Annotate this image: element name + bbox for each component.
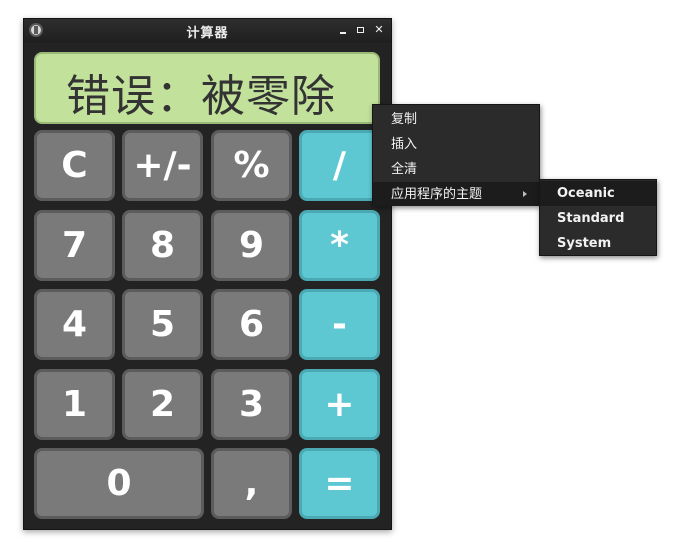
digit-6-button[interactable]: 6 [211, 289, 292, 360]
menu-item-app-theme[interactable]: 应用程序的主题 [373, 182, 539, 206]
theme-option-label: Oceanic [557, 186, 615, 201]
percent-button[interactable]: % [211, 130, 292, 201]
menu-item-label: 复制 [391, 112, 418, 127]
result-display[interactable]: 错误：被零除 [34, 52, 380, 124]
maximize-icon [357, 27, 364, 33]
digit-4-button[interactable]: 4 [34, 289, 115, 360]
theme-option-oceanic[interactable]: Oceanic [540, 181, 656, 206]
digit-7-button[interactable]: 7 [34, 210, 115, 281]
clear-button[interactable]: C [34, 130, 115, 201]
subtract-button[interactable]: - [299, 289, 380, 360]
digit-9-button[interactable]: 9 [211, 210, 292, 281]
menu-item-label: 全清 [391, 162, 418, 177]
minimize-icon [340, 32, 346, 34]
divide-button[interactable]: / [299, 130, 380, 201]
menu-item-label: 插入 [391, 137, 418, 152]
digit-8-button[interactable]: 8 [122, 210, 203, 281]
theme-option-label: Standard [557, 211, 625, 226]
digit-3-button[interactable]: 3 [211, 369, 292, 440]
equals-button[interactable]: = [299, 448, 380, 519]
theme-option-label: System [557, 236, 612, 251]
negate-button[interactable]: +/- [122, 130, 203, 201]
close-button[interactable]: ✕ [373, 24, 385, 36]
maximize-button[interactable] [355, 24, 367, 36]
title-bar[interactable]: 计算器 ✕ [24, 19, 391, 43]
menu-item-clear-all[interactable]: 全清 [373, 157, 539, 182]
close-icon: ✕ [374, 23, 384, 36]
context-menu: 复制 插入 全清 应用程序的主题 [372, 104, 540, 206]
multiply-button[interactable]: * [299, 210, 380, 281]
menu-item-copy[interactable]: 复制 [373, 107, 539, 132]
digit-1-button[interactable]: 1 [34, 369, 115, 440]
theme-option-standard[interactable]: Standard [540, 206, 656, 231]
calculator-window: 计算器 ✕ 错误：被零除 C +/- % / 7 8 9 * 4 5 6 - 1… [23, 18, 392, 530]
theme-submenu: Oceanic Standard System [539, 179, 657, 256]
digit-5-button[interactable]: 5 [122, 289, 203, 360]
menu-item-label: 应用程序的主题 [391, 187, 483, 202]
theme-option-system[interactable]: System [540, 231, 656, 256]
submenu-arrow-icon [523, 191, 527, 197]
display-text: 错误：被零除 [66, 71, 336, 122]
minimize-button[interactable] [337, 24, 349, 36]
window-title: 计算器 [186, 26, 229, 41]
decimal-button[interactable]: , [211, 448, 292, 519]
digit-2-button[interactable]: 2 [122, 369, 203, 440]
menu-item-paste[interactable]: 插入 [373, 132, 539, 157]
add-button[interactable]: + [299, 369, 380, 440]
digit-0-button[interactable]: 0 [34, 448, 204, 519]
desktop: 计算器 ✕ 错误：被零除 C +/- % / 7 8 9 * 4 5 6 - 1… [0, 0, 680, 550]
